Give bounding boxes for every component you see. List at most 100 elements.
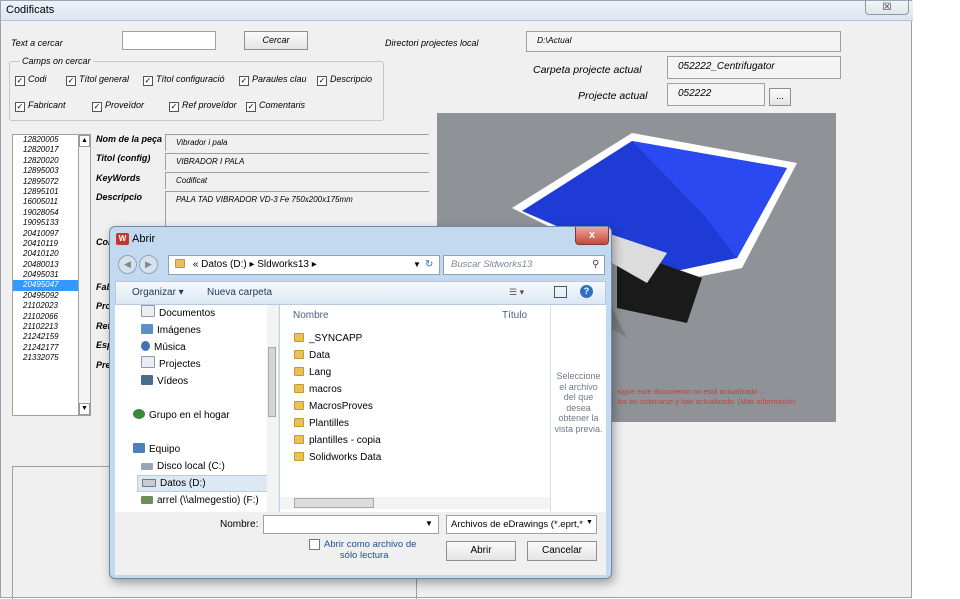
- folder-item[interactable]: _SYNCAPP: [294, 333, 362, 344]
- checkbox-icon: ✓: [239, 76, 249, 86]
- horizontal-scrollbar[interactable]: [280, 497, 550, 509]
- folder-icon: [294, 401, 304, 410]
- refresh-icon[interactable]: ↻: [425, 256, 433, 274]
- folder-item[interactable]: Data: [294, 350, 330, 361]
- descripcio-field[interactable]: PALA TAD VIBRADOR VD-3 Fe 750x200x175mm: [165, 191, 429, 227]
- organize-button[interactable]: Organizar ▾: [132, 287, 184, 298]
- titol-field[interactable]: VIBRADOR I PALA: [165, 153, 429, 170]
- check-comentaris[interactable]: ✓ Comentaris: [246, 100, 305, 112]
- filetype-dropdown-icon[interactable]: ▼: [586, 519, 593, 526]
- keywords-field[interactable]: Codificat: [165, 172, 429, 189]
- back-button[interactable]: ◀: [118, 255, 137, 274]
- nav-label: Datos (D:): [160, 478, 206, 489]
- preview-line: el archivo: [559, 381, 598, 392]
- readonly-checkbox[interactable]: [309, 539, 320, 550]
- nav-item-projectes[interactable]: Projectes: [141, 356, 201, 373]
- checkbox-icon: ✓: [246, 102, 256, 112]
- nav-item-videos[interactable]: Vídeos: [141, 373, 188, 390]
- preview-line: obtener la: [558, 413, 599, 423]
- folder-icon: [294, 435, 304, 444]
- preview-pane-icon[interactable]: [554, 286, 567, 298]
- folder-name: plantilles - copia: [309, 435, 381, 446]
- directory-field[interactable]: D:\Actual: [526, 31, 841, 52]
- close-button[interactable]: ☒: [865, 1, 909, 15]
- preview-line: vista previa.: [554, 423, 603, 434]
- readonly-label-line: sólo lectura: [339, 550, 389, 561]
- filetype-select[interactable]: Archivos de eDrawings (*.eprt,*: [446, 515, 597, 534]
- nav-scrollbar[interactable]: [267, 305, 277, 512]
- nav-item-datos-d[interactable]: Datos (D:): [137, 475, 271, 492]
- nav-label: Projectes: [159, 359, 201, 370]
- browse-button[interactable]: ...: [769, 88, 791, 106]
- nav-label: Música: [154, 342, 186, 353]
- check-ref-proveidor[interactable]: ✓ Ref proveïdor: [169, 100, 237, 112]
- col-header-title[interactable]: Título: [502, 310, 527, 321]
- nav-item-equipo[interactable]: Equipo: [133, 441, 180, 458]
- nav-item-documentos[interactable]: Documentos: [141, 305, 215, 322]
- help-icon[interactable]: ?: [580, 285, 593, 298]
- file-list[interactable]: Nombre Título _SYNCAPP Data Lang macros …: [280, 305, 550, 512]
- check-label: Títol general: [79, 74, 130, 84]
- folder-name: Lang: [309, 367, 332, 378]
- forward-button[interactable]: ▶: [139, 255, 158, 274]
- scrollbar-thumb[interactable]: [268, 347, 276, 417]
- folder-icon: [294, 384, 304, 393]
- check-label: Fabricant: [28, 100, 66, 110]
- filename-input[interactable]: [263, 515, 439, 534]
- check-proveidor[interactable]: ✓ Proveïdor: [92, 100, 144, 112]
- projecte-label: Projecte actual: [578, 90, 648, 102]
- path-overflow[interactable]: «: [193, 259, 199, 270]
- search-input[interactable]: [122, 31, 216, 50]
- dropdown-icon[interactable]: ▼: [413, 256, 421, 274]
- scrollbar-thumb[interactable]: [294, 498, 374, 508]
- fields-group-title: Camps on cercar: [20, 56, 93, 66]
- check-fabricant[interactable]: ✓ Fabricant: [15, 100, 66, 112]
- check-codi[interactable]: ✓ Codi: [15, 74, 47, 86]
- folder-name: macros: [309, 384, 342, 395]
- check-titol-config[interactable]: ✓ Títol configuració: [143, 74, 225, 86]
- nav-item-arrel-f[interactable]: arrel (\\almegestio) (F:): [141, 492, 259, 509]
- folder-item[interactable]: Lang: [294, 367, 331, 378]
- check-paraules-clau[interactable]: ✓ Paraules clau: [239, 74, 307, 86]
- folder-item[interactable]: macros: [294, 384, 342, 395]
- search-button[interactable]: Cercar: [244, 31, 308, 50]
- nav-item-musica[interactable]: Música: [141, 339, 186, 356]
- path-segment[interactable]: Sldworks13: [257, 259, 309, 270]
- folder-name: _SYNCAPP: [309, 333, 363, 344]
- nav-item-disco-c[interactable]: Disco local (C:): [141, 458, 225, 475]
- address-bar[interactable]: « Datos (D:) ▸ Sldworks13 ▸ ▼ ↻: [168, 255, 440, 275]
- check-titol-general[interactable]: ✓ Títol general: [66, 74, 129, 86]
- open-button[interactable]: Abrir: [446, 541, 516, 561]
- folder-item[interactable]: Plantilles: [294, 418, 349, 429]
- check-descripcio[interactable]: ✓ Descripcio: [317, 74, 372, 86]
- col-header-name[interactable]: Nombre: [293, 310, 329, 321]
- dialog-search-input[interactable]: Buscar Sldworks13 ⚲: [443, 255, 605, 275]
- navigation-pane[interactable]: Documentos Imágenes Música Projectes Víd…: [115, 305, 279, 512]
- nav-label: Equipo: [149, 444, 181, 455]
- nav-label: Vídeos: [157, 376, 189, 387]
- check-label: Comentaris: [259, 100, 306, 110]
- search-icon[interactable]: ⚲: [592, 256, 599, 274]
- nav-item-homegroup[interactable]: Grupo en el hogar: [133, 407, 230, 424]
- nom-label: Nom de la peça: [96, 134, 163, 144]
- scroll-down-icon[interactable]: ▼: [79, 403, 90, 415]
- check-label: Descripcio: [330, 74, 373, 84]
- nom-field[interactable]: Vibrador i pala: [165, 134, 429, 151]
- dialog-close-button[interactable]: x: [575, 227, 609, 245]
- path-segment[interactable]: Datos (D:): [201, 259, 247, 270]
- carpeta-field[interactable]: 052222_Centrifugator: [667, 56, 841, 79]
- view-options-icon[interactable]: ☰ ▾: [509, 287, 524, 298]
- scroll-up-icon[interactable]: ▲: [79, 135, 90, 147]
- drive-icon: [142, 479, 156, 487]
- cancel-button[interactable]: Cancelar: [527, 541, 597, 561]
- preview-message: Seleccione el archivo del que desea obte…: [551, 371, 606, 434]
- readonly-option[interactable]: Abrir como archivo de sólo lectura: [309, 539, 416, 561]
- nav-item-imagenes[interactable]: Imágenes: [141, 322, 201, 339]
- codes-scrollbar[interactable]: ▲ ▼: [78, 134, 91, 416]
- folder-item[interactable]: MacrosProves: [294, 401, 373, 412]
- projecte-field[interactable]: 052222: [667, 83, 765, 106]
- folder-item[interactable]: plantilles - copia: [294, 435, 381, 446]
- folder-item[interactable]: Solidworks Data: [294, 452, 381, 463]
- new-folder-button[interactable]: Nueva carpeta: [207, 287, 272, 298]
- filename-dropdown-icon[interactable]: ▼: [425, 519, 433, 528]
